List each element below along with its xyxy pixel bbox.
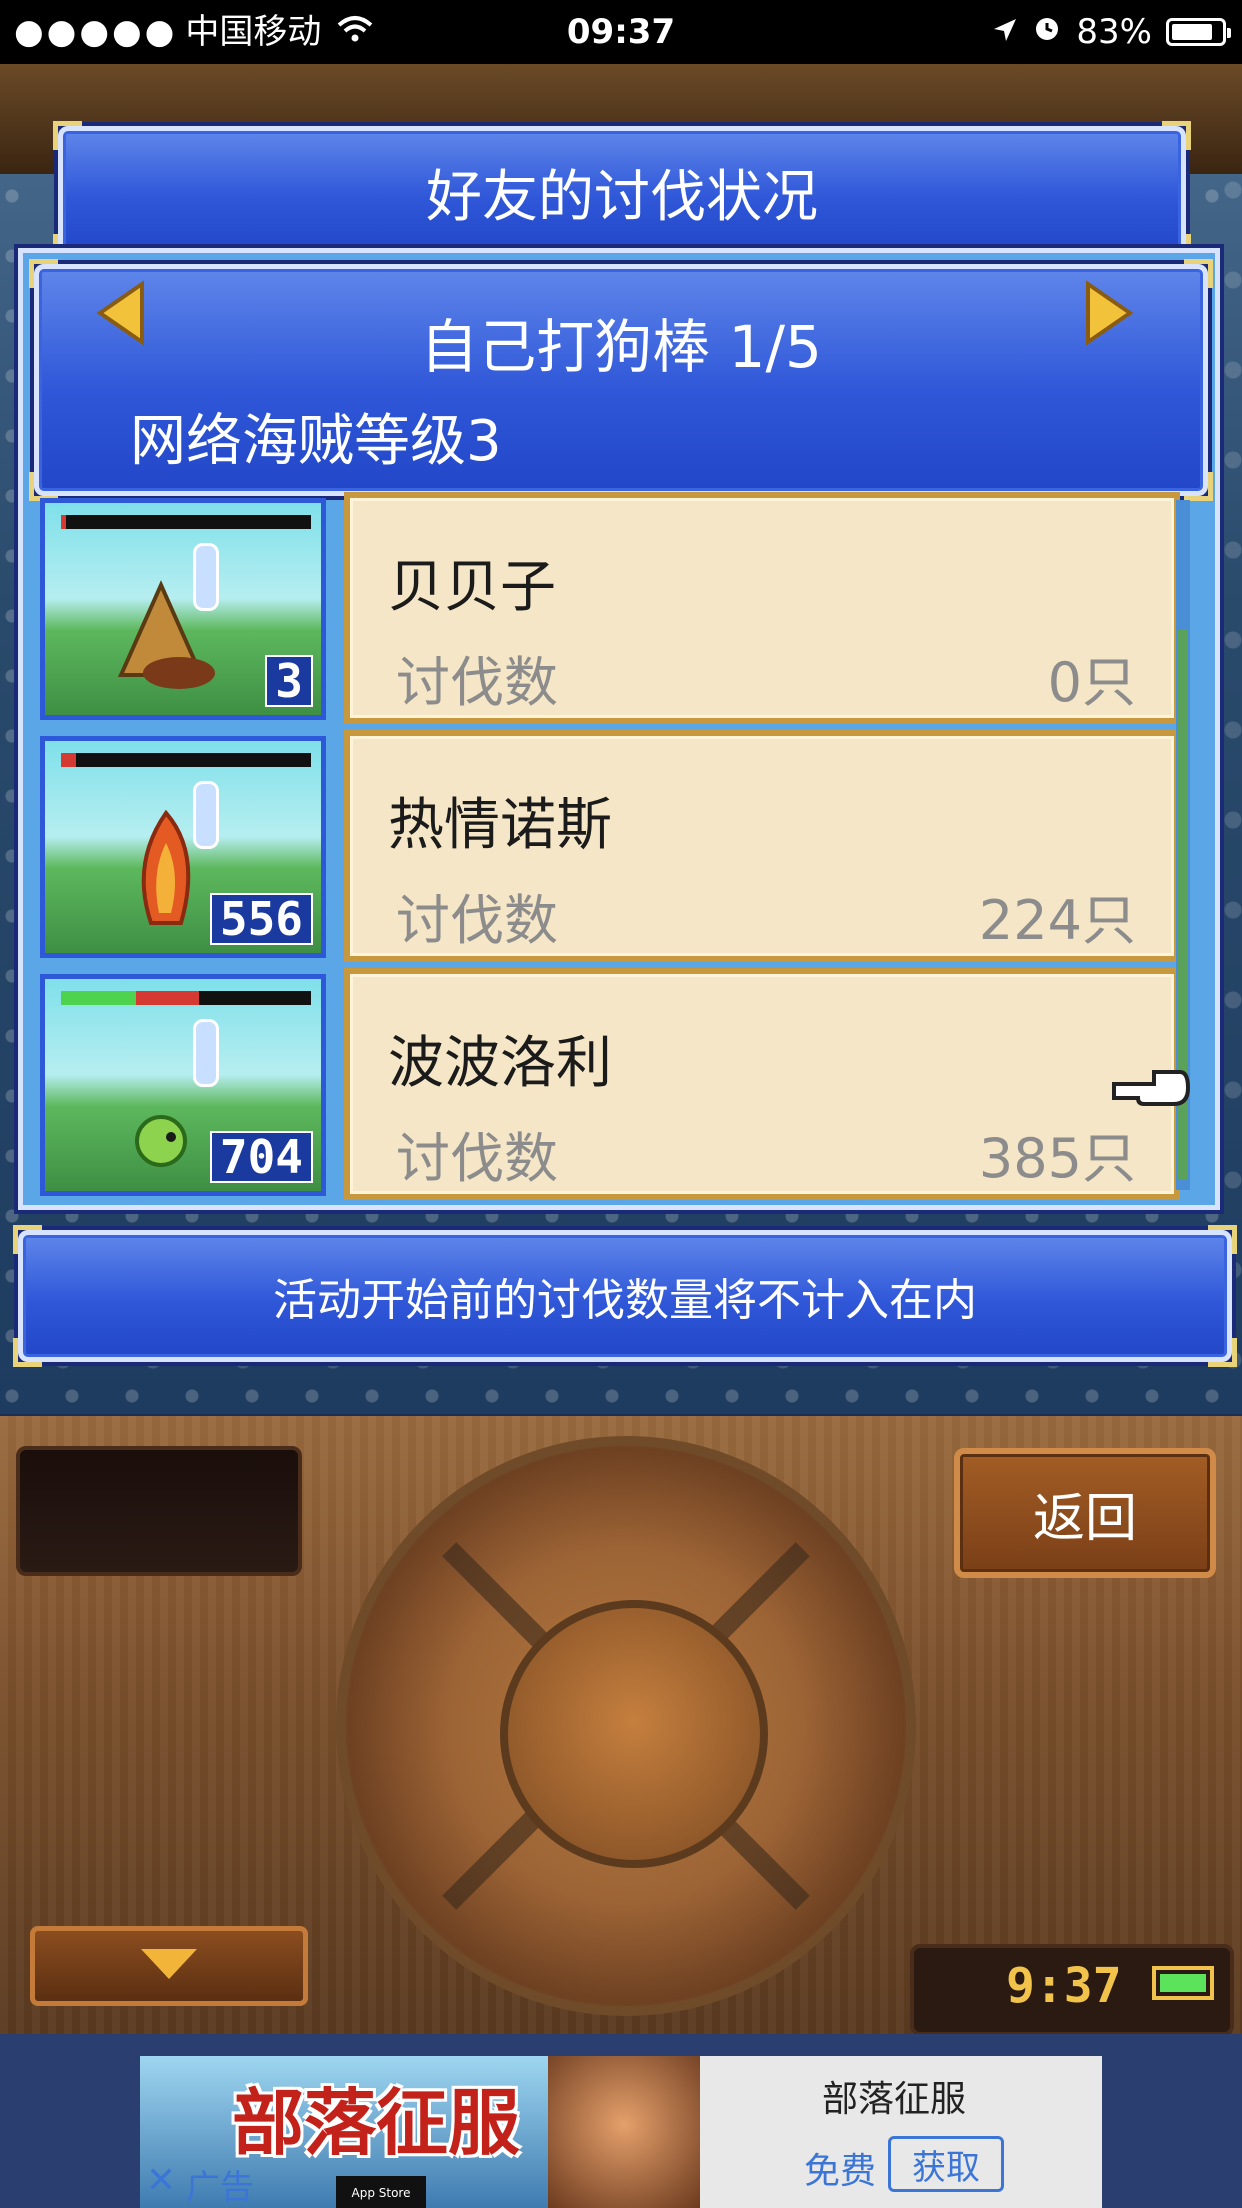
screen: ●●●●● 中国移动 09:37 83% 好友的讨伐状况 自己打狗棒 1/5 网… [0, 0, 1242, 2208]
hp-bar-red [61, 753, 76, 767]
alarm-clock-icon [1032, 0, 1062, 64]
hermit-monster-icon [117, 580, 215, 689]
dialog-title: 好友的讨伐状况 [426, 164, 818, 230]
list-item[interactable]: 556 热情诺斯 讨伐数 224只 [34, 730, 1180, 964]
friend-card: 热情诺斯 讨伐数 224只 [344, 730, 1180, 962]
game-clock: 9:37 [1006, 1958, 1122, 2014]
location-arrow-icon [992, 0, 1018, 64]
friend-name: 贝贝子 [388, 555, 556, 620]
friend-hunt-list: 3 贝贝子 讨伐数 0只 556 热情诺斯 讨伐数 224只 704 波波洛利 … [34, 492, 1180, 1202]
dialog-title-panel: 好友的讨伐状况 [53, 121, 1191, 263]
dpad-center-button[interactable] [500, 1600, 768, 1868]
pointing-hand-cursor-icon [1112, 1070, 1190, 1106]
ad-price-label: 免费 [804, 2151, 877, 2192]
monster-level: 704 [209, 1131, 313, 1183]
battery-fill [1172, 24, 1212, 40]
dpad-control[interactable] [336, 1436, 916, 2016]
ad-close-icon[interactable]: ✕ [146, 2160, 176, 2201]
game-clock-panel: 9:37 [910, 1944, 1234, 2036]
friend-name: 波波洛利 [388, 1031, 612, 1096]
panel-corner-ornament [29, 259, 58, 288]
battery-tip [1227, 28, 1231, 38]
friend-card: 波波洛利 讨伐数 385只 [344, 968, 1180, 1200]
hunt-count-label: 讨伐数 [396, 889, 558, 952]
game-battery-icon [1152, 1966, 1214, 2000]
monster-level: 3 [265, 655, 313, 707]
menu-toggle-button[interactable] [30, 1926, 308, 2006]
ad-logo: 部落征服 [232, 2081, 521, 2165]
monster-level: 556 [209, 893, 313, 945]
battery-icon [1166, 18, 1231, 46]
monster-thumbnail: 556 [40, 736, 326, 958]
notice-panel: 活动开始前的讨伐数量将不计入在内 [13, 1225, 1237, 1367]
chevron-down-icon [141, 1949, 197, 1979]
panel-corner-ornament [1184, 259, 1213, 288]
ad-label: 广告 [186, 2168, 254, 2208]
hp-bar [61, 515, 311, 529]
hp-bar [61, 753, 311, 767]
monster-thumbnail: 3 [40, 498, 326, 720]
friend-name: 热情诺斯 [388, 793, 612, 858]
list-item[interactable]: 3 贝贝子 讨伐数 0只 [34, 492, 1180, 726]
friend-card: 贝贝子 讨伐数 0只 [344, 492, 1180, 724]
notice-text: 活动开始前的讨伐数量将不计入在内 [273, 1275, 977, 1326]
quest-title: 自己打狗棒 1/5 [420, 313, 822, 381]
list-item[interactable]: 704 波波洛利 讨伐数 385只 [34, 968, 1180, 1202]
hp-bar-red [61, 515, 66, 529]
battery-percent: 83% [1076, 12, 1152, 52]
quest-subtitle: 网络海贼等级3 [130, 409, 502, 474]
back-button[interactable]: 返回 [954, 1448, 1216, 1578]
ad-banner[interactable]: 部落征服 ✕ 广告 App Store 部落征服 免费 获取 [140, 2056, 1102, 2208]
hp-bar-green [61, 991, 136, 1005]
hunt-count-value: 385只 [978, 1127, 1136, 1190]
app-store-badge: App Store [336, 2176, 426, 2208]
hunt-count-value: 224只 [978, 889, 1136, 952]
ad-get-button[interactable]: 获取 [888, 2136, 1004, 2192]
status-right: 83% [992, 0, 1231, 64]
hp-bar [61, 991, 311, 1005]
hp-bar-red [136, 991, 199, 1005]
ad-character-image [548, 2056, 700, 2208]
info-screen [16, 1446, 302, 1576]
hunt-count-value: 0只 [1047, 651, 1136, 714]
hunt-count-label: 讨伐数 [396, 651, 558, 714]
status-bar: ●●●●● 中国移动 09:37 83% [0, 0, 1242, 64]
panel-corner-ornament [1184, 472, 1213, 501]
game-battery-fill [1160, 1974, 1206, 1992]
ad-app-name: 部落征服 [822, 2079, 967, 2120]
hunt-count-label: 讨伐数 [396, 1127, 558, 1190]
monster-thumbnail: 704 [40, 974, 326, 1196]
